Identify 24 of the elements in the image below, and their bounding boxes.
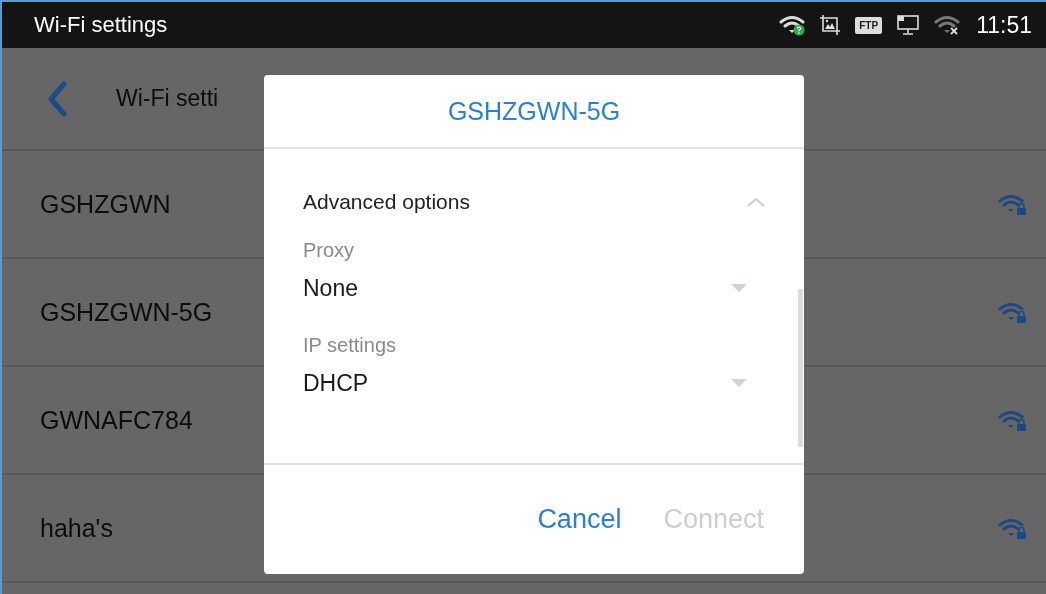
field-label: Proxy (303, 239, 356, 262)
advanced-options-toggle[interactable]: Advanced options (303, 173, 766, 231)
scrollbar[interactable] (798, 289, 803, 447)
dropdown-arrow-icon (731, 284, 747, 292)
dropdown-field[interactable]: DHCP (303, 357, 766, 409)
chevron-up-icon (746, 196, 766, 208)
cancel-button[interactable]: Cancel (527, 498, 632, 541)
network-name: GWNAFC784 (40, 405, 193, 435)
field-label: IP settings (303, 334, 398, 357)
ftp-badge: FTP (855, 16, 883, 34)
wifi-off-icon (934, 14, 961, 36)
network-name: haha's (40, 513, 113, 543)
dropdown-arrow-icon (731, 379, 747, 387)
screen-title: Wi-Fi settings (34, 12, 168, 38)
dropdown-field[interactable]: None (303, 262, 766, 314)
dialog-title: GSHZGWN-5G (264, 75, 804, 149)
network-name: GSHZGWN (40, 189, 171, 219)
clock-time: 11:51 (976, 11, 1032, 39)
monitor-icon (896, 14, 921, 36)
page-title: Wi-Fi setti (116, 85, 219, 112)
wifi-question-icon (779, 14, 806, 36)
image-icon (819, 14, 842, 36)
back-icon (46, 80, 68, 117)
network-name: GSHZGWN-5G (40, 297, 213, 327)
